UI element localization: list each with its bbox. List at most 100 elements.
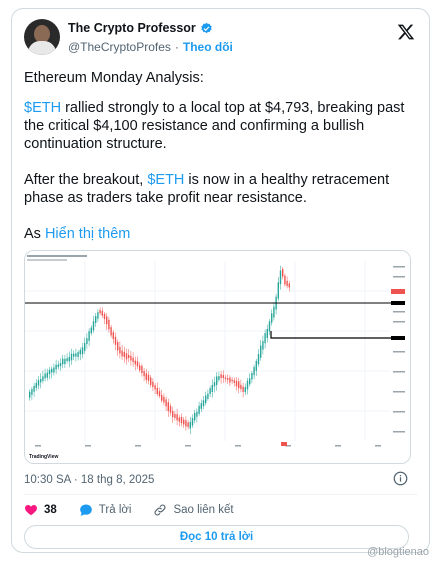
candle-body <box>136 361 139 367</box>
candle-body <box>227 378 229 380</box>
candle-body <box>59 363 62 367</box>
candle-body <box>128 355 130 359</box>
candle-body <box>233 380 235 383</box>
candle-body <box>117 342 119 351</box>
candle-body <box>284 275 286 285</box>
candle-body <box>110 327 112 336</box>
candle-body <box>51 368 53 373</box>
candle-body <box>249 378 251 385</box>
like-count: 38 <box>44 504 57 516</box>
candle-body <box>167 402 169 412</box>
candle-body <box>108 319 110 330</box>
link-icon <box>155 504 166 516</box>
candle-body <box>81 347 84 355</box>
candle-body <box>101 310 103 316</box>
candle-body <box>79 349 81 355</box>
candle-body <box>251 373 253 380</box>
info-icon[interactable] <box>393 471 408 486</box>
tweet-card: The Crypto Professor @TheCryptoProfes · … <box>11 8 430 553</box>
candle-body <box>229 377 231 383</box>
x-logo-icon[interactable] <box>397 23 415 41</box>
candle-body <box>262 341 264 350</box>
action-bar: 38 Trả lời Sao liên kết <box>24 500 256 520</box>
candle-body <box>224 377 227 380</box>
candle-body <box>29 391 31 398</box>
candle-body <box>185 420 187 427</box>
cashtag-link[interactable]: $ETH <box>147 172 184 188</box>
candle-body <box>191 417 194 426</box>
candle-body <box>97 312 99 319</box>
cashtag-link[interactable]: $ETH <box>24 100 61 116</box>
candle-body <box>242 386 244 392</box>
candle-body <box>95 316 97 323</box>
follow-button[interactable]: Theo dõi <box>183 40 233 54</box>
divider <box>24 494 417 495</box>
candle-body <box>64 358 66 365</box>
candle-body <box>150 377 152 385</box>
candle-body <box>268 321 271 332</box>
copy-link-label: Sao liên kết <box>173 504 234 516</box>
candle-body <box>211 385 213 393</box>
candle-body <box>216 376 218 385</box>
candle-body <box>139 365 141 371</box>
author-handle[interactable]: @TheCryptoProfes <box>68 40 171 54</box>
post-paragraph-4: As Hiển thị thêm <box>24 226 131 242</box>
candle-body <box>88 331 90 341</box>
candle-body <box>132 357 134 363</box>
candle-body <box>57 364 59 368</box>
candle-body <box>257 354 260 365</box>
watermark-text: @blogtienao <box>367 546 429 558</box>
candle-body <box>158 391 161 397</box>
heart-icon <box>25 505 37 516</box>
candle-body <box>231 379 233 381</box>
candle-body <box>156 387 158 395</box>
show-more-link[interactable]: Hiển thị thêm <box>45 226 130 242</box>
candle-body <box>99 310 101 314</box>
candle-body <box>218 376 220 380</box>
avatar[interactable] <box>24 19 60 55</box>
candle-body <box>165 399 167 407</box>
candle-body <box>121 350 123 357</box>
candle-body <box>31 389 33 395</box>
candle-body <box>260 345 262 358</box>
watermark: @blogtienao <box>367 546 429 558</box>
post-paragraph-2: $ETH rallied strongly to a local top at … <box>24 100 405 152</box>
reply-button[interactable]: Trả lời <box>79 503 132 517</box>
candle-body <box>125 353 128 360</box>
candle-body <box>246 380 249 390</box>
candle-body <box>86 338 88 344</box>
candle-body <box>161 395 163 401</box>
candle-body <box>103 313 106 320</box>
candle-body <box>187 422 189 427</box>
candle-body <box>73 353 75 357</box>
copy-link-button[interactable]: Sao liên kết <box>153 503 234 517</box>
candle-body <box>77 352 79 357</box>
candle-body <box>169 405 172 413</box>
candle-body <box>255 360 257 371</box>
candle-body <box>240 384 242 390</box>
candle-body <box>222 375 224 379</box>
candle-body <box>62 358 64 365</box>
like-button[interactable]: 38 <box>24 503 57 517</box>
candle-body <box>200 403 202 409</box>
candle-body <box>154 385 156 390</box>
reply-label: Trả lời <box>98 504 132 516</box>
separator-dot: · <box>174 40 179 54</box>
candle-body <box>46 372 48 378</box>
candle-body <box>189 421 191 429</box>
candle-body <box>48 369 51 375</box>
candle-body <box>70 353 73 361</box>
candle-body <box>44 373 46 379</box>
post-paragraph-3: After the breakout, $ETH is now in a hea… <box>24 172 390 206</box>
read-replies-button[interactable]: Đọc 10 trả lời <box>24 525 409 549</box>
candle-body <box>180 416 183 424</box>
post-timestamp[interactable]: 10:30 SA · 18 thg 8, 2025 <box>24 474 154 486</box>
candle-body <box>253 366 255 376</box>
candle-body <box>279 270 282 285</box>
candle-body <box>40 378 42 383</box>
chart-image[interactable]: TradingView <box>24 250 411 464</box>
candle-body <box>207 393 209 399</box>
candle-body <box>174 413 176 418</box>
candle-body <box>178 417 180 422</box>
author-name[interactable]: The Crypto Professor <box>68 21 196 35</box>
